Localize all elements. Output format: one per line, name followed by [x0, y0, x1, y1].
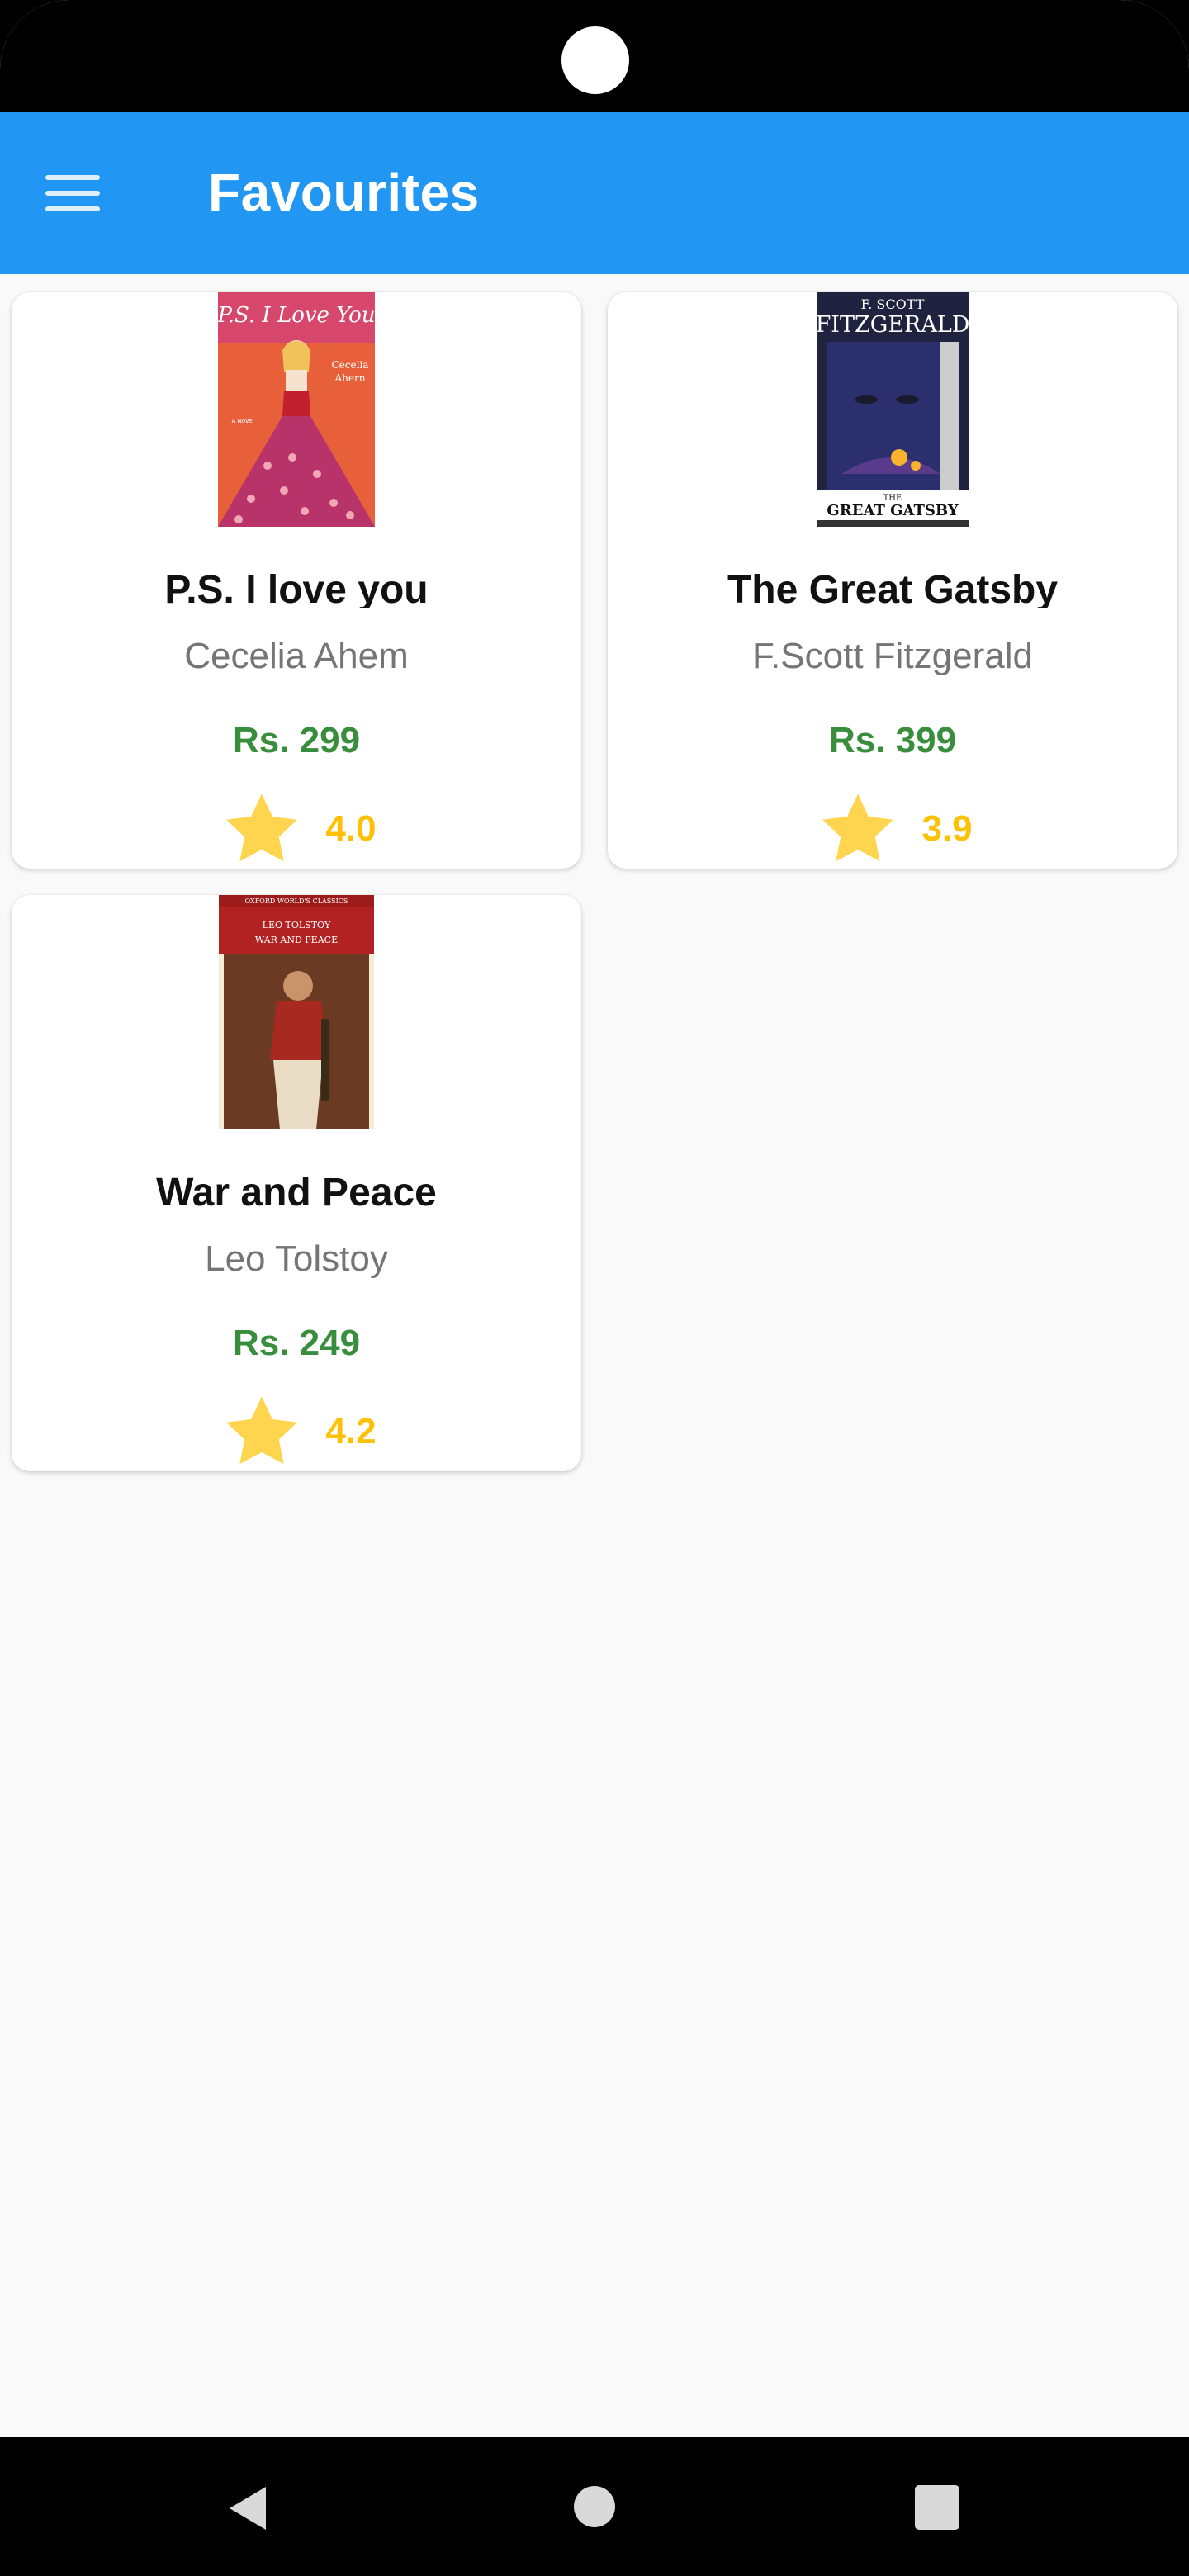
rating-value: 4.2	[325, 1411, 377, 1451]
star-icon	[226, 793, 298, 862]
svg-text:Ahern: Ahern	[334, 372, 366, 384]
back-icon[interactable]	[225, 2484, 271, 2533]
app-bar: Favourites	[0, 112, 1189, 274]
cover-title-text: P.S. I Love You	[218, 303, 375, 328]
front-camera	[561, 26, 629, 94]
book-price: Rs. 249	[232, 1323, 361, 1363]
book-title: P.S. I love you	[164, 568, 429, 608]
book-cover-image: OXFORD WORLD'S CLASSICS LEO TOLSTOY WAR …	[219, 895, 374, 1129]
svg-text:Cecelia: Cecelia	[332, 359, 369, 371]
star-icon	[226, 1396, 298, 1465]
page-title: Favourites	[208, 163, 480, 222]
book-cover-image: F. SCOTT FITZGERALD THE GREAT GATSBY	[817, 292, 969, 527]
book-price: Rs. 299	[232, 720, 361, 760]
svg-text:GREAT GATSBY: GREAT GATSBY	[827, 502, 959, 519]
book-card[interactable]: P.S. I Love You Cecelia Ahern A Novel P.…	[12, 292, 581, 869]
book-price: Rs. 399	[828, 720, 957, 760]
rating: 4.0	[12, 788, 581, 870]
svg-text:LEO TOLSTOY: LEO TOLSTOY	[263, 920, 331, 930]
rating-value: 4.0	[325, 808, 377, 849]
star-icon	[822, 793, 894, 862]
book-cover-image: P.S. I Love You Cecelia Ahern A Novel	[218, 292, 375, 527]
rating-value: 3.9	[921, 808, 973, 849]
svg-text:FITZGERALD: FITZGERALD	[817, 312, 969, 338]
book-title: The Great Gatsby	[727, 568, 1059, 608]
cover-series-text: OXFORD WORLD'S CLASSICS	[245, 897, 348, 905]
recents-icon[interactable]	[915, 2485, 959, 2530]
system-navigation-bar	[0, 2437, 1189, 2576]
svg-text:WAR AND PEACE: WAR AND PEACE	[255, 935, 338, 945]
book-title: War and Peace	[156, 1171, 437, 1210]
status-bar	[0, 0, 1189, 112]
hamburger-menu-icon	[45, 173, 100, 213]
cover-author-text: F. SCOTT	[861, 296, 925, 312]
book-card[interactable]: OXFORD WORLD'S CLASSICS LEO TOLSTOY WAR …	[12, 895, 581, 1471]
rating: 4.2	[12, 1390, 581, 1473]
book-author: F.Scott Fitzgerald	[752, 636, 1033, 676]
book-author: Leo Tolstoy	[205, 1238, 388, 1279]
book-card[interactable]: F. SCOTT FITZGERALD THE GREAT GATSBY The…	[608, 292, 1177, 869]
menu-button[interactable]	[33, 154, 112, 233]
phone-screen: Favourites P.S. I Love You Cecelia Ahern…	[0, 0, 1189, 2576]
rating: 3.9	[608, 788, 1177, 870]
svg-text:A Novel: A Novel	[232, 418, 254, 424]
book-author: Cecelia Ahem	[184, 636, 409, 676]
home-icon[interactable]	[573, 2485, 616, 2528]
